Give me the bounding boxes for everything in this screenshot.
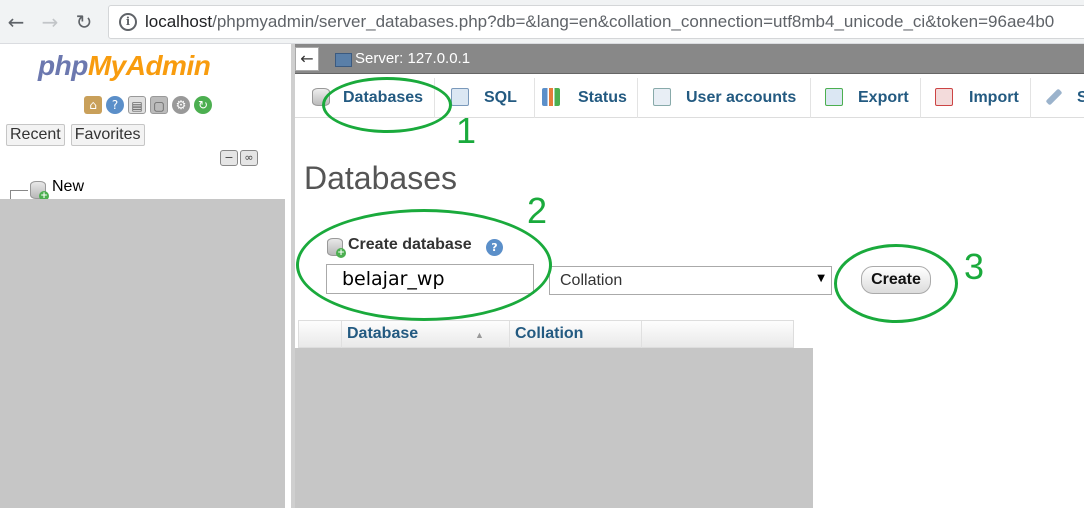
favorites-tab[interactable]: Favorites: [70, 124, 145, 146]
back-icon[interactable]: ←: [4, 10, 28, 34]
logo-my: My: [87, 50, 126, 81]
new-database-icon: +: [30, 181, 49, 201]
logo-admin: Admin: [125, 50, 211, 81]
tab-user-accounts[interactable]: User accounts: [638, 78, 811, 118]
sort-ascending-icon: ▲: [475, 330, 484, 340]
reload-navigation-icon[interactable]: ↻: [194, 96, 212, 114]
collation-select[interactable]: Collation ▼: [549, 266, 832, 295]
server-icon: [335, 53, 352, 67]
url-host: localhost: [145, 12, 213, 31]
address-bar[interactable]: i localhost/phpmyadmin/server_databases.…: [108, 5, 1084, 39]
tab-settings[interactable]: S: [1031, 78, 1084, 118]
annotation-ellipse-1: [322, 77, 452, 133]
wrench-icon: [1045, 88, 1063, 106]
column-header-empty: [641, 321, 793, 349]
url-path: /phpmyadmin/server_databases.php?db=&lan…: [212, 12, 1055, 31]
sql-icon: [451, 88, 469, 106]
annotation-ellipse-2: [296, 209, 552, 321]
tab-status[interactable]: Status: [535, 78, 638, 118]
user-accounts-icon: [653, 88, 671, 106]
column-header-database-label: Database: [347, 325, 419, 342]
tree-connector: [10, 190, 28, 191]
query-window-icon[interactable]: ?: [106, 96, 124, 114]
server-breadcrumb-bar: ← Server: 127.0.0.1: [295, 44, 1084, 74]
browser-toolbar: ← → ↻ i localhost/phpmyadmin/server_data…: [0, 0, 1084, 44]
reload-icon[interactable]: ↻: [72, 10, 96, 34]
export-icon: [825, 88, 843, 106]
link-icon[interactable]: ∞: [240, 150, 258, 166]
tab-import[interactable]: Import: [921, 78, 1031, 118]
annotation-number-1: 1: [456, 110, 477, 151]
forward-icon[interactable]: →: [38, 10, 62, 34]
docs-icon[interactable]: ▤: [128, 96, 146, 114]
home-icon[interactable]: ⌂: [84, 96, 102, 114]
column-header-collation[interactable]: Collation: [509, 321, 641, 349]
tab-export-label: Export: [858, 89, 909, 106]
column-header-collation-label: Collation: [515, 325, 584, 342]
collapse-panel-icon[interactable]: ←: [295, 47, 319, 71]
collapse-all-icon[interactable]: −: [220, 150, 238, 166]
tab-sql-label: SQL: [484, 89, 517, 106]
tree-item-new-label: New: [52, 178, 85, 195]
redacted-area: [0, 199, 285, 508]
tab-status-label: Status: [578, 89, 627, 106]
gear-icon[interactable]: ⚙: [172, 96, 190, 114]
redacted-area: [295, 348, 813, 508]
page-title: Databases: [304, 160, 457, 196]
annotation-number-3: 3: [964, 246, 985, 287]
server-label[interactable]: Server: 127.0.0.1: [355, 50, 470, 67]
logo-php: php: [38, 50, 88, 81]
column-header-database[interactable]: Database ▲: [341, 321, 509, 349]
recent-favorites-tabs: Recent Favorites: [6, 124, 145, 146]
tab-import-label: Import: [969, 89, 1019, 106]
tree-controls: − ∞: [220, 150, 258, 166]
phpmyadmin-logo[interactable]: phpMyAdmin: [38, 50, 211, 82]
collation-select-value: Collation: [560, 272, 623, 289]
tab-export[interactable]: Export: [811, 78, 921, 118]
url-text[interactable]: localhost/phpmyadmin/server_databases.ph…: [145, 12, 1054, 32]
logo-icon-row: ⌂ ? ▤ ▢ ⚙ ↻: [84, 96, 212, 114]
chevron-down-icon: ▼: [817, 273, 825, 284]
annotation-ellipse-3: [834, 244, 958, 323]
import-icon: [935, 88, 953, 106]
tab-settings-label: S: [1077, 89, 1084, 106]
recent-tab[interactable]: Recent: [6, 124, 65, 146]
documentation-icon[interactable]: ▢: [150, 96, 168, 114]
navigation-panel: phpMyAdmin ⌂ ? ▤ ▢ ⚙ ↻ Recent Favorites …: [0, 44, 291, 508]
info-icon[interactable]: i: [119, 13, 137, 31]
databases-table-header: Database ▲ Collation: [298, 320, 794, 349]
tab-user-accounts-label: User accounts: [686, 89, 797, 106]
annotation-number-2: 2: [527, 190, 548, 231]
status-icon: [542, 88, 560, 106]
